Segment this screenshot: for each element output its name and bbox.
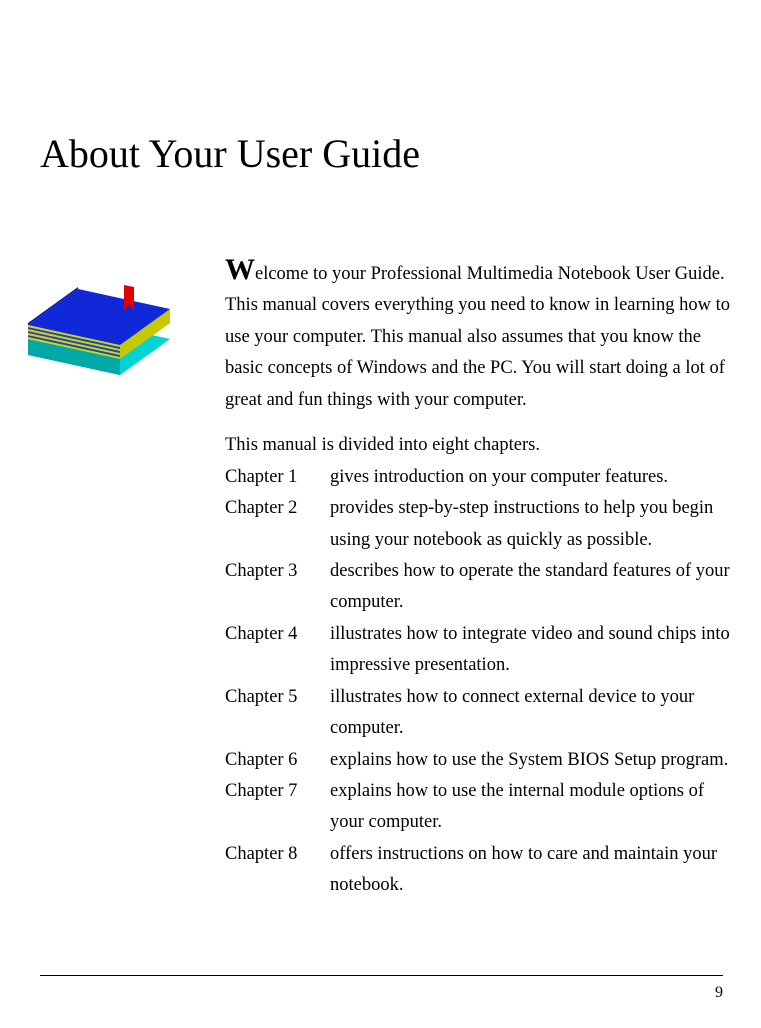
chapter-row: Chapter 3 describes how to operate the s… [225, 556, 731, 619]
chapter-row: Chapter 4 illustrates how to integrate v… [225, 619, 731, 682]
chapter-label: Chapter 2 [225, 493, 330, 524]
chapter-label: Chapter 4 [225, 619, 330, 650]
chapter-desc: offers instructions on how to care and m… [330, 839, 731, 902]
chapter-desc: explains how to use the internal module … [330, 776, 731, 839]
chapter-desc: illustrates how to connect external devi… [330, 682, 731, 745]
chapter-desc: provides step-by-step instructions to he… [330, 493, 731, 556]
chapter-label: Chapter 7 [225, 776, 330, 807]
chapter-row: Chapter 5 illustrates how to connect ext… [225, 682, 731, 745]
chapter-row: Chapter 6 explains how to use the System… [225, 745, 731, 776]
content-row: Welcome to your Professional Multimedia … [40, 255, 731, 902]
chapter-desc: gives introduction on your computer feat… [330, 462, 731, 493]
page-number: 9 [715, 984, 723, 1002]
chapter-row: Chapter 7 explains how to use the intern… [225, 776, 731, 839]
book-icon [20, 267, 180, 387]
intro-paragraph: Welcome to your Professional Multimedia … [225, 255, 731, 416]
chapter-row: Chapter 1 gives introduction on your com… [225, 462, 731, 493]
footer-divider [40, 975, 723, 976]
chapter-label: Chapter 1 [225, 462, 330, 493]
page-title: About Your User Guide [40, 130, 731, 177]
intro-text: elcome to your Professional Multimedia N… [225, 264, 730, 410]
chapter-list: Chapter 1 gives introduction on your com… [225, 462, 731, 902]
chapter-label: Chapter 6 [225, 745, 330, 776]
chapter-label: Chapter 3 [225, 556, 330, 587]
chapter-row: Chapter 2 provides step-by-step instruct… [225, 493, 731, 556]
dropcap: W [225, 253, 255, 286]
divider-text: This manual is divided into eight chapte… [225, 430, 731, 461]
chapter-desc: explains how to use the System BIOS Setu… [330, 745, 731, 776]
chapter-desc: illustrates how to integrate video and s… [330, 619, 731, 682]
chapter-label: Chapter 8 [225, 839, 330, 870]
icon-column [40, 255, 225, 392]
chapter-desc: describes how to operate the standard fe… [330, 556, 731, 619]
chapter-label: Chapter 5 [225, 682, 330, 713]
chapter-row: Chapter 8 offers instructions on how to … [225, 839, 731, 902]
text-column: Welcome to your Professional Multimedia … [225, 255, 731, 902]
